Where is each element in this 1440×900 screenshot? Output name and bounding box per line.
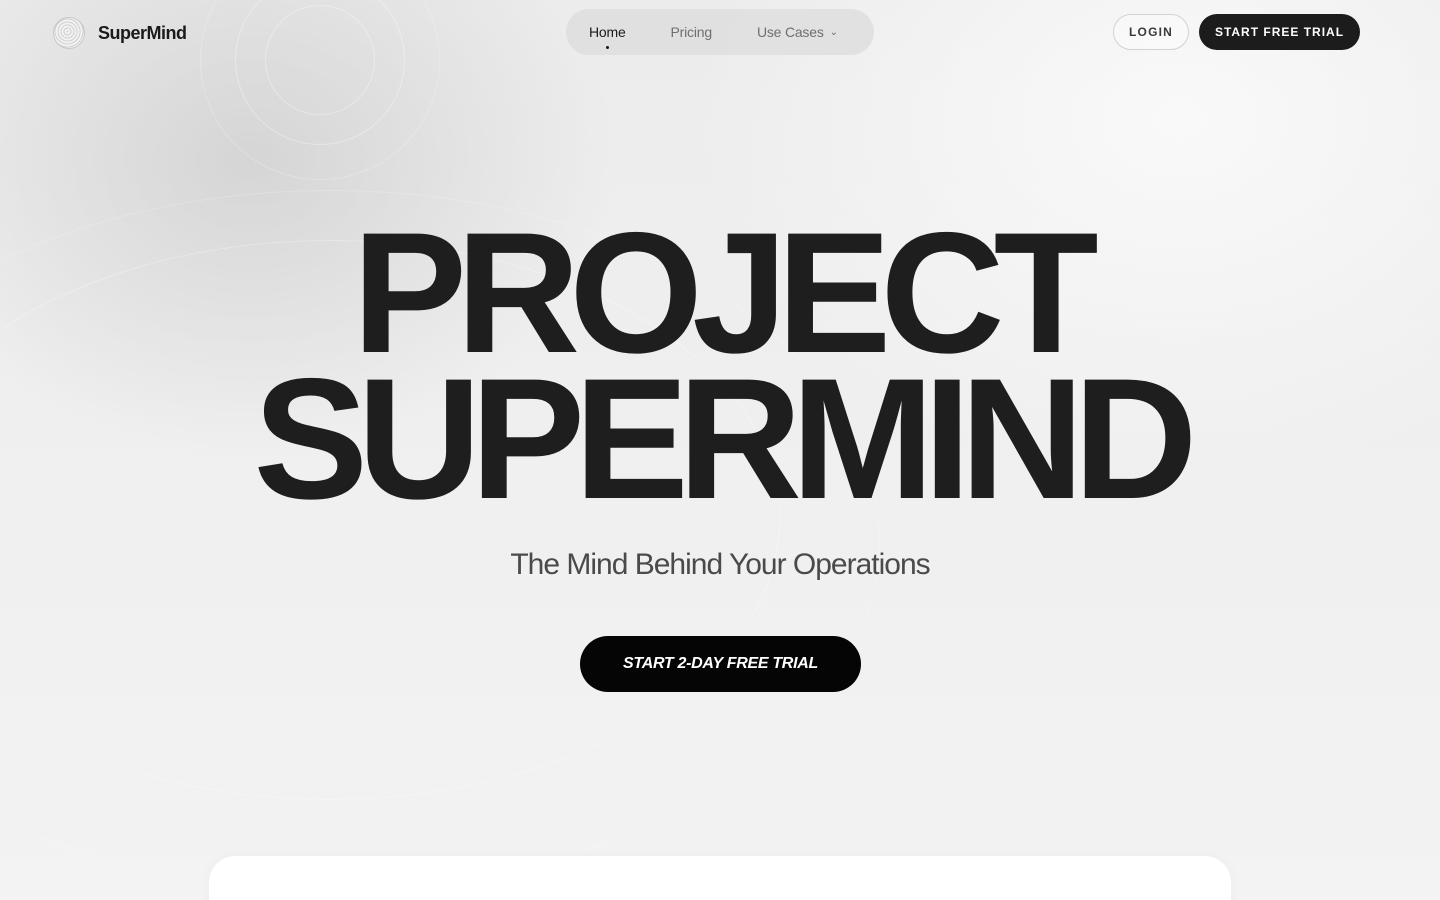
site-header: SuperMind Home Pricing Use Cases ⌄ LOGIN… — [0, 0, 1440, 64]
nav-item-pricing[interactable]: Pricing — [671, 24, 713, 40]
brand-name: SuperMind — [98, 22, 187, 43]
brand-logo-link[interactable]: SuperMind — [53, 17, 187, 49]
nav-item-use-cases[interactable]: Use Cases ⌄ — [757, 24, 838, 40]
chevron-down-icon: ⌄ — [829, 26, 838, 38]
hero-title: PROJECT SUPERMIND — [0, 207, 1440, 535]
login-button[interactable]: LOGIN — [1113, 14, 1189, 50]
content-card — [209, 856, 1231, 900]
hero-title-line-2: SUPERMIND — [253, 343, 1197, 535]
hero-subtitle: The Mind Behind Your Operations — [510, 548, 930, 581]
nav-item-use-cases-label: Use Cases — [756, 24, 824, 40]
start-free-trial-button[interactable]: START FREE TRIAL — [1199, 14, 1360, 50]
main-nav: Home Pricing Use Cases ⌄ — [566, 9, 874, 55]
nav-item-home[interactable]: Home — [589, 24, 626, 49]
concentric-sphere-icon — [53, 17, 85, 49]
start-2-day-trial-button[interactable]: START 2-DAY FREE TRIAL — [580, 636, 861, 692]
